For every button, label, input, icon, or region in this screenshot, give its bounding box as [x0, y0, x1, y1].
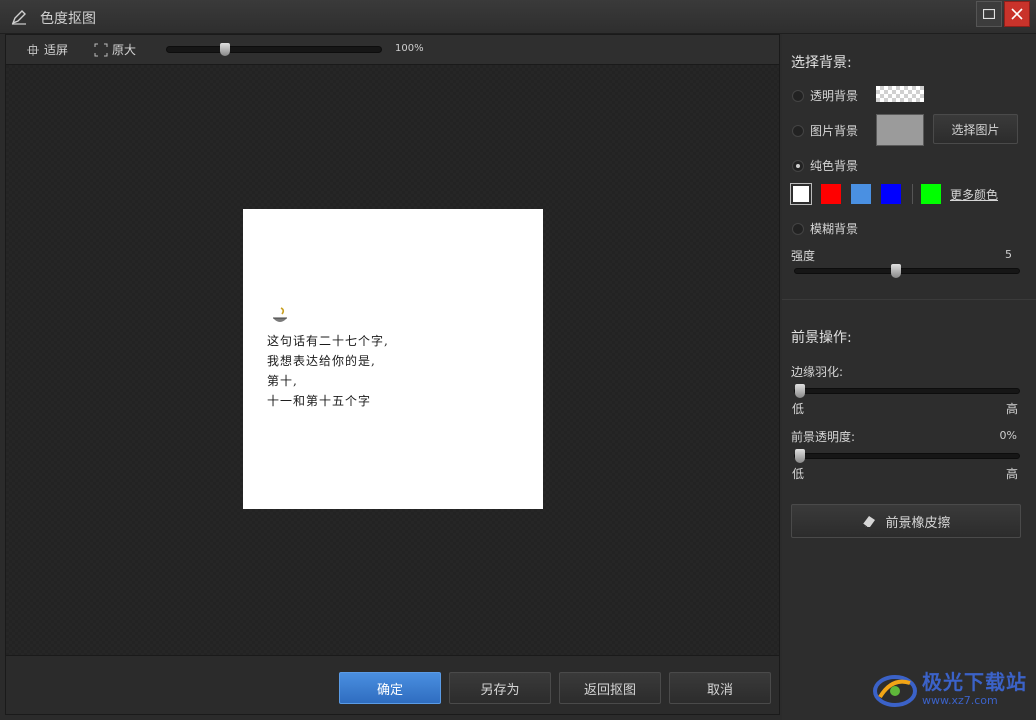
- radio-indicator: [792, 124, 804, 137]
- feather-high-label: 高: [1006, 402, 1019, 416]
- transparent-preview-swatch: [876, 86, 924, 102]
- original-size-label: 原大: [112, 43, 137, 57]
- solid-background-label: 纯色背景: [810, 159, 859, 173]
- preview-text-line: 这句话有二十七个字,: [267, 334, 389, 348]
- eraser-label: 前景橡皮擦: [885, 515, 951, 531]
- more-colors-link[interactable]: 更多颜色: [950, 186, 998, 203]
- opacity-label: 前景透明度:: [791, 430, 856, 444]
- watermark: 极光下载站 www.xz7.com: [872, 664, 1032, 714]
- strength-label: 强度: [791, 249, 816, 263]
- preview-toolbar: 适屏 原大 100%: [6, 35, 779, 65]
- pen-icon: [11, 10, 26, 25]
- color-swatch-red[interactable]: [821, 184, 841, 204]
- watermark-name: 极光下载站: [922, 670, 1027, 694]
- feather-label: 边缘羽化:: [791, 365, 844, 379]
- opacity-high-label: 高: [1006, 467, 1019, 481]
- bowl-emblem-icon: [273, 307, 287, 322]
- strength-slider[interactable]: [794, 264, 1020, 278]
- maximize-button[interactable]: [976, 1, 1002, 27]
- feather-low-label: 低: [792, 402, 805, 416]
- opacity-value: 0%: [999, 429, 1017, 442]
- zoom-slider-thumb[interactable]: [220, 43, 230, 56]
- opacity-low-label: 低: [792, 467, 805, 481]
- original-size-button[interactable]: 原大: [94, 41, 136, 58]
- color-swatch-light-blue[interactable]: [851, 184, 871, 204]
- back-to-matting-button[interactable]: 返回抠图: [559, 672, 661, 704]
- radio-blur-background[interactable]: 模糊背景: [792, 220, 858, 237]
- site-logo-icon: [873, 675, 917, 707]
- preview-panel: 适屏 原大 100% 这句话有二十七个字, 我想表达给你的是, 第十, 十一和第…: [5, 34, 780, 715]
- fit-screen-button[interactable]: 适屏: [26, 41, 68, 58]
- image-background-label: 图片背景: [810, 124, 859, 138]
- confirm-button[interactable]: 确定: [339, 672, 441, 704]
- watermark-text: 极光下载站 www.xz7.com: [922, 672, 1027, 706]
- blur-background-label: 模糊背景: [810, 222, 859, 236]
- radio-indicator: [792, 159, 804, 172]
- fit-screen-label: 适屏: [44, 43, 69, 57]
- watermark-url: www.xz7.com: [922, 694, 998, 707]
- foreground-eraser-button[interactable]: 前景橡皮擦: [791, 504, 1021, 538]
- action-bar: 确定 另存为 返回抠图 取消: [6, 655, 779, 714]
- section-divider: [782, 299, 1036, 300]
- preview-text-line: 第十,: [267, 374, 298, 388]
- title-bar: 色度抠图: [0, 0, 1036, 34]
- fit-screen-icon: [27, 43, 39, 56]
- opacity-slider[interactable]: [794, 449, 1020, 463]
- opacity-slider-thumb[interactable]: [795, 449, 805, 463]
- background-heading: 选择背景:: [791, 55, 852, 71]
- settings-panel: 选择背景: 透明背景 图片背景 选择图片 纯色背景 更多颜色 模糊背景 强度 5…: [782, 34, 1036, 720]
- preview-text-line: 我想表达给你的是,: [267, 354, 376, 368]
- preview-text-line: 十一和第十五个字: [267, 394, 372, 408]
- original-size-icon: [94, 43, 108, 56]
- radio-indicator: [792, 89, 804, 102]
- color-swatch-blue[interactable]: [881, 184, 901, 204]
- color-swatch-green[interactable]: [921, 184, 941, 204]
- close-button[interactable]: [1004, 1, 1030, 27]
- preview-canvas: 这句话有二十七个字, 我想表达给你的是, 第十, 十一和第十五个字: [6, 65, 779, 655]
- strength-slider-thumb[interactable]: [891, 264, 901, 278]
- feather-slider-thumb[interactable]: [795, 384, 805, 398]
- feather-slider[interactable]: [794, 384, 1020, 398]
- cancel-button[interactable]: 取消: [669, 672, 771, 704]
- maximize-icon: [983, 9, 995, 19]
- zoom-value: 100%: [395, 43, 424, 54]
- color-swatch-white[interactable]: [790, 183, 812, 205]
- preview-image: 这句话有二十七个字, 我想表达给你的是, 第十, 十一和第十五个字: [243, 209, 543, 509]
- foreground-heading: 前景操作:: [791, 330, 852, 346]
- radio-transparent-background[interactable]: 透明背景: [792, 87, 858, 104]
- transparent-background-label: 透明背景: [810, 89, 859, 103]
- radio-indicator: [792, 222, 804, 235]
- image-background-preview[interactable]: [876, 114, 924, 146]
- swatch-divider: [912, 184, 913, 204]
- window-title: 色度抠图: [40, 11, 96, 27]
- eraser-icon: [863, 516, 876, 528]
- radio-image-background[interactable]: 图片背景: [792, 122, 858, 139]
- save-as-button[interactable]: 另存为: [449, 672, 551, 704]
- close-icon: [1011, 8, 1023, 20]
- strength-value: 5: [1005, 248, 1012, 261]
- zoom-slider[interactable]: [166, 43, 382, 56]
- radio-solid-background[interactable]: 纯色背景: [792, 157, 858, 174]
- choose-image-button[interactable]: 选择图片: [933, 114, 1018, 144]
